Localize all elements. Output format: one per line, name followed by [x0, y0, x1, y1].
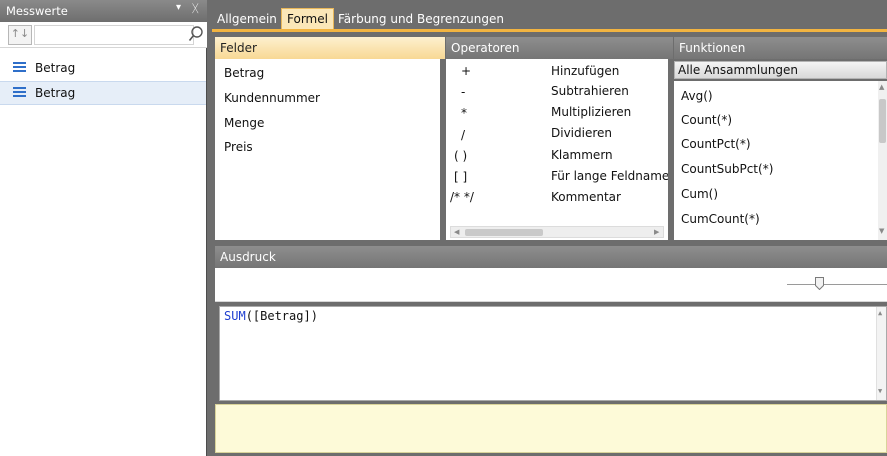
scrollbar-thumb[interactable] — [465, 229, 543, 236]
tab-allgemein[interactable]: Allgemein — [212, 8, 282, 30]
expression-text: SUM([Betrag]) — [224, 309, 318, 323]
operators-horizontal-scrollbar[interactable]: ◀ ▶ — [450, 226, 664, 238]
chevron-down-icon[interactable]: ▾ — [176, 2, 181, 13]
function-item[interactable]: CountPct(*) — [681, 137, 751, 151]
expression-toolbar — [215, 268, 887, 302]
field-item[interactable]: Preis — [224, 140, 253, 154]
expression-function: SUM — [224, 309, 246, 323]
tab-underline — [212, 29, 887, 32]
scroll-down-icon[interactable]: ▼ — [878, 387, 882, 395]
operator-name: Hinzufügen — [551, 64, 620, 78]
editor-vertical-scrollbar[interactable]: ▲ ▼ — [876, 307, 886, 400]
field-item[interactable]: Betrag — [224, 66, 264, 80]
measures-panel: Messwerte ▾ ᚷ ↑↓ Betrag Betrag — [0, 0, 207, 456]
operator-name: Klammern — [551, 148, 613, 162]
list-icon — [13, 62, 26, 74]
function-item[interactable]: CumCount(*) — [681, 212, 760, 226]
measures-panel-header: Messwerte ▾ ᚷ — [0, 0, 207, 22]
function-category-select[interactable]: Alle Ansammlungen — [674, 61, 887, 79]
field-item[interactable]: Menge — [224, 116, 264, 130]
operator-name: Kommentar — [551, 190, 621, 204]
field-item[interactable]: Kundennummer — [224, 91, 320, 105]
list-icon — [13, 87, 26, 99]
tab-faerbung-und-begrenzungen[interactable]: Färbung und Begrenzungen — [333, 8, 509, 30]
functions-header: Funktionen — [674, 37, 887, 59]
zoom-slider-track[interactable] — [787, 284, 887, 285]
zoom-slider-thumb[interactable] — [815, 277, 824, 290]
scroll-right-icon[interactable]: ▶ — [654, 228, 659, 236]
scroll-down-icon[interactable]: ▼ — [879, 227, 884, 235]
measures-search-input[interactable] — [34, 25, 194, 45]
expression-arguments: ([Betrag]) — [245, 309, 318, 323]
expression-message-area — [215, 404, 887, 453]
operator-symbol: - — [461, 85, 466, 99]
measures-search-row: ↑↓ — [0, 22, 207, 48]
operator-symbol: /* */ — [450, 190, 474, 204]
expression-header: Ausdruck — [215, 246, 887, 268]
operator-symbol: * — [461, 106, 467, 120]
function-item[interactable]: Cum() — [681, 187, 718, 201]
function-item[interactable]: CountSubPct(*) — [681, 162, 773, 176]
measure-item-label: Betrag — [35, 86, 76, 100]
scroll-up-icon[interactable]: ▲ — [878, 309, 882, 317]
measure-item-betrag-selected[interactable]: Betrag — [0, 81, 206, 105]
functions-list: Avg() Count(*) CountPct(*) CountSubPct(*… — [674, 81, 887, 240]
scroll-up-icon[interactable]: ▲ — [879, 83, 884, 91]
operator-symbol: [ ] — [454, 170, 468, 184]
fields-header: Felder — [215, 37, 445, 59]
measure-item-label: Betrag — [35, 61, 76, 75]
pin-icon[interactable]: ᚷ — [192, 2, 199, 15]
scrollbar-thumb[interactable] — [879, 99, 886, 143]
measures-panel-title: Messwerte — [6, 4, 68, 18]
tab-formel[interactable]: Formel — [281, 8, 334, 31]
operator-symbol: ( ) — [454, 149, 468, 163]
function-item[interactable]: Count(*) — [681, 113, 732, 127]
operators-header: Operatoren — [446, 37, 673, 59]
operators-list: + Hinzufügen - Subtrahieren * Multiplizi… — [446, 59, 668, 240]
tab-bar: Allgemein Formel Färbung und Begrenzunge… — [212, 8, 887, 31]
expression-editor[interactable]: SUM([Betrag]) ▲ ▼ — [219, 306, 887, 401]
measure-item-betrag[interactable]: Betrag — [0, 57, 206, 79]
operator-name: Multiplizieren — [551, 105, 632, 119]
operator-name: Subtrahieren — [551, 84, 629, 98]
function-item[interactable]: Avg() — [681, 89, 713, 103]
sort-icon[interactable]: ↑↓ — [8, 25, 32, 45]
functions-vertical-scrollbar[interactable]: ▲ ▼ — [878, 81, 887, 240]
operator-symbol: + — [461, 64, 472, 78]
operator-name: Für lange Feldnamen — [551, 169, 668, 183]
fields-list: Betrag Kundennummer Menge Preis — [215, 59, 440, 240]
search-icon[interactable] — [188, 24, 204, 44]
operator-symbol: / — [461, 128, 466, 142]
operator-name: Dividieren — [551, 126, 613, 140]
scroll-left-icon[interactable]: ◀ — [454, 228, 459, 236]
